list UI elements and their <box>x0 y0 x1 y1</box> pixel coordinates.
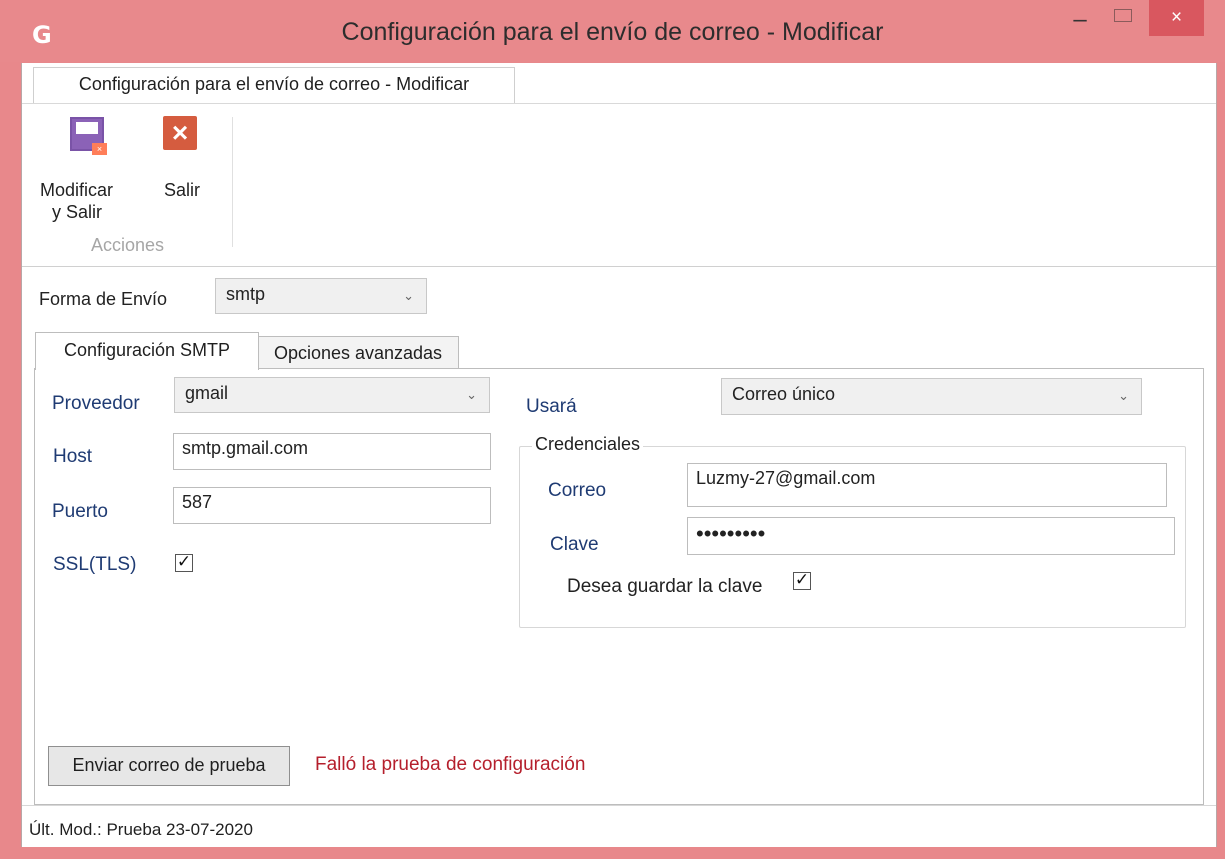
send-method-select[interactable]: smtp ⌄ <box>215 278 427 314</box>
provider-label: Proveedor <box>52 393 140 414</box>
send-method-value: smtp <box>226 284 266 304</box>
password-input[interactable]: ••••••••• <box>687 517 1175 555</box>
save-icon-close-mark: × <box>92 143 107 155</box>
ssl-checkbox[interactable]: ✓ <box>175 554 193 572</box>
maximize-button[interactable] <box>1114 9 1132 22</box>
ssl-label: SSL(TLS) <box>53 554 137 575</box>
modify-exit-label-line1[interactable]: Modificar <box>40 179 113 201</box>
ribbon-tab-configuration[interactable]: Configuración para el envío de correo - … <box>33 67 515 103</box>
status-bar-divider <box>22 805 1216 806</box>
window-title: Configuración para el envío de correo - … <box>341 18 884 46</box>
last-modified-status: Últ. Mod.: Prueba 23-07-2020 <box>29 820 253 839</box>
ribbon-divider <box>232 117 233 247</box>
actions-group-label: Acciones <box>91 235 165 255</box>
exit-button-label[interactable]: Salir <box>164 179 200 201</box>
close-button[interactable]: × <box>1149 0 1204 36</box>
usage-label: Usará <box>526 396 577 417</box>
port-input[interactable]: 587 <box>173 487 491 524</box>
save-password-checkbox[interactable]: ✓ <box>793 572 811 590</box>
send-method-label: Forma de Envío <box>39 289 168 309</box>
port-label: Puerto <box>52 501 108 522</box>
provider-value: gmail <box>185 383 229 403</box>
save-icon-label-area <box>76 122 98 134</box>
modify-exit-label-line2[interactable]: y Salir <box>52 201 102 223</box>
host-label: Host <box>53 446 93 467</box>
password-label: Clave <box>550 534 599 555</box>
configuration-window: Configuración para el envío de correo - … <box>21 63 1217 847</box>
exit-icon[interactable]: × <box>163 116 197 150</box>
host-input[interactable]: smtp.gmail.com <box>173 433 491 470</box>
tab-advanced-options[interactable]: Opciones avanzadas <box>257 336 459 370</box>
email-input[interactable]: Luzmy-27@gmail.com <box>687 463 1167 507</box>
save-password-label: Desea guardar la clave <box>567 576 763 597</box>
credentials-legend: Credenciales <box>532 434 644 455</box>
email-label: Correo <box>548 480 607 501</box>
chevron-down-icon: ⌄ <box>1118 389 1129 404</box>
minimize-button[interactable]: – <box>1066 6 1094 34</box>
ribbon-actions-panel <box>22 104 1216 267</box>
tab-smtp-configuration[interactable]: Configuración SMTP <box>35 332 259 370</box>
test-error-message: Falló la prueba de configuración <box>315 754 586 775</box>
send-test-email-button[interactable]: Enviar correo de prueba <box>48 746 290 786</box>
provider-select[interactable]: gmail ⌄ <box>174 377 490 413</box>
usage-value: Correo único <box>732 384 836 404</box>
chevron-down-icon: ⌄ <box>403 289 414 304</box>
chevron-down-icon: ⌄ <box>466 388 477 403</box>
usage-select[interactable]: Correo único ⌄ <box>721 378 1142 415</box>
